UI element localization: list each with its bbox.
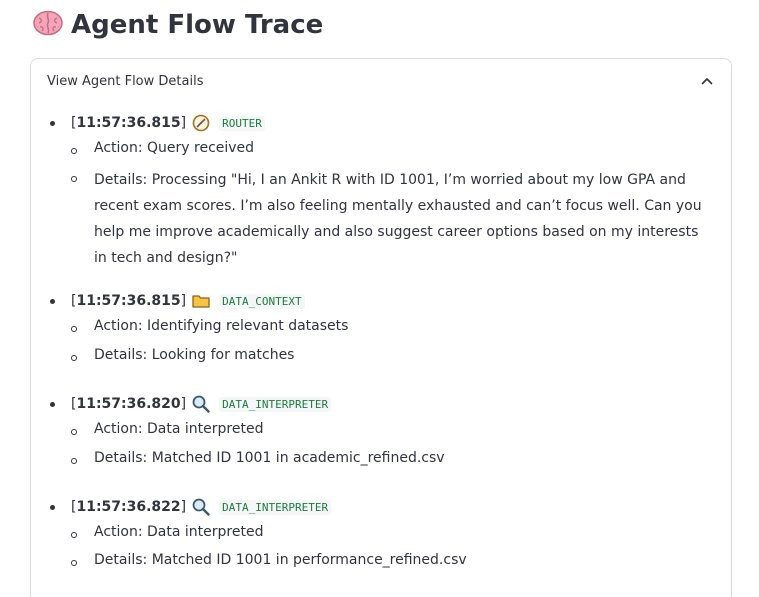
entry-details: Details: Matched ID 1001 in performance_…: [94, 552, 467, 568]
list-bullet: [50, 299, 55, 304]
entry-action: Action: Data interpreted: [94, 421, 264, 437]
page-title: Agent Flow Trace: [33, 6, 323, 44]
agent-name: DATA_INTERPRETER: [219, 499, 332, 515]
expander-label: View Agent Flow Details: [47, 73, 204, 89]
entry-header: [11:57:36.815] ROUTER: [71, 111, 265, 135]
agent-name: ROUTER: [219, 115, 265, 131]
sub-bullet: [71, 560, 77, 566]
sub-bullet: [71, 429, 77, 435]
brain-icon: [33, 10, 63, 41]
agent-flow-expander: View Agent Flow Details [11:57:36.815] R…: [30, 58, 732, 597]
entry-header: [11:57:36.822] DATA_INTERPRETER: [71, 495, 332, 519]
entry-timestamp: 11:57:36.815: [76, 115, 181, 131]
expander-header[interactable]: View Agent Flow Details: [31, 59, 731, 103]
agent-name: DATA_CONTEXT: [219, 293, 305, 309]
entry-timestamp: 11:57:36.822: [76, 499, 181, 515]
sub-bullet: [71, 148, 77, 154]
entry-timestamp: 11:57:36.820: [76, 396, 181, 412]
sub-bullet: [71, 532, 77, 538]
entry-header: [11:57:36.820] DATA_INTERPRETER: [71, 392, 332, 416]
entry-details: Details: Looking for matches: [94, 347, 295, 363]
sub-bullet: [71, 458, 77, 464]
entry-action: Action: Query received: [94, 140, 255, 156]
magnifier-icon: [191, 395, 211, 413]
page: Agent Flow Trace View Agent Flow Details…: [0, 0, 759, 597]
entry-details: Details: Matched ID 1001 in academic_ref…: [94, 450, 445, 466]
sub-bullet: [71, 326, 77, 332]
agent-name: DATA_INTERPRETER: [219, 396, 332, 412]
folder-icon: [191, 292, 211, 310]
magnifier-icon: [191, 498, 211, 516]
list-bullet: [50, 402, 55, 407]
compass-icon: [191, 114, 211, 132]
entry-details: Details: Processing "Hi, I an Ankit R wi…: [94, 172, 702, 266]
list-bullet: [50, 505, 55, 510]
entry-action: Action: Data interpreted: [94, 524, 264, 540]
sub-bullet: [71, 176, 77, 182]
entry-action: Action: Identifying relevant datasets: [94, 318, 349, 334]
chevron-up-icon[interactable]: [700, 74, 714, 88]
list-bullet: [50, 121, 55, 126]
entry-header: [11:57:36.815] DATA_CONTEXT: [71, 289, 305, 313]
entry-timestamp: 11:57:36.815: [76, 293, 181, 309]
page-title-text: Agent Flow Trace: [71, 10, 324, 40]
sub-bullet: [71, 355, 77, 361]
